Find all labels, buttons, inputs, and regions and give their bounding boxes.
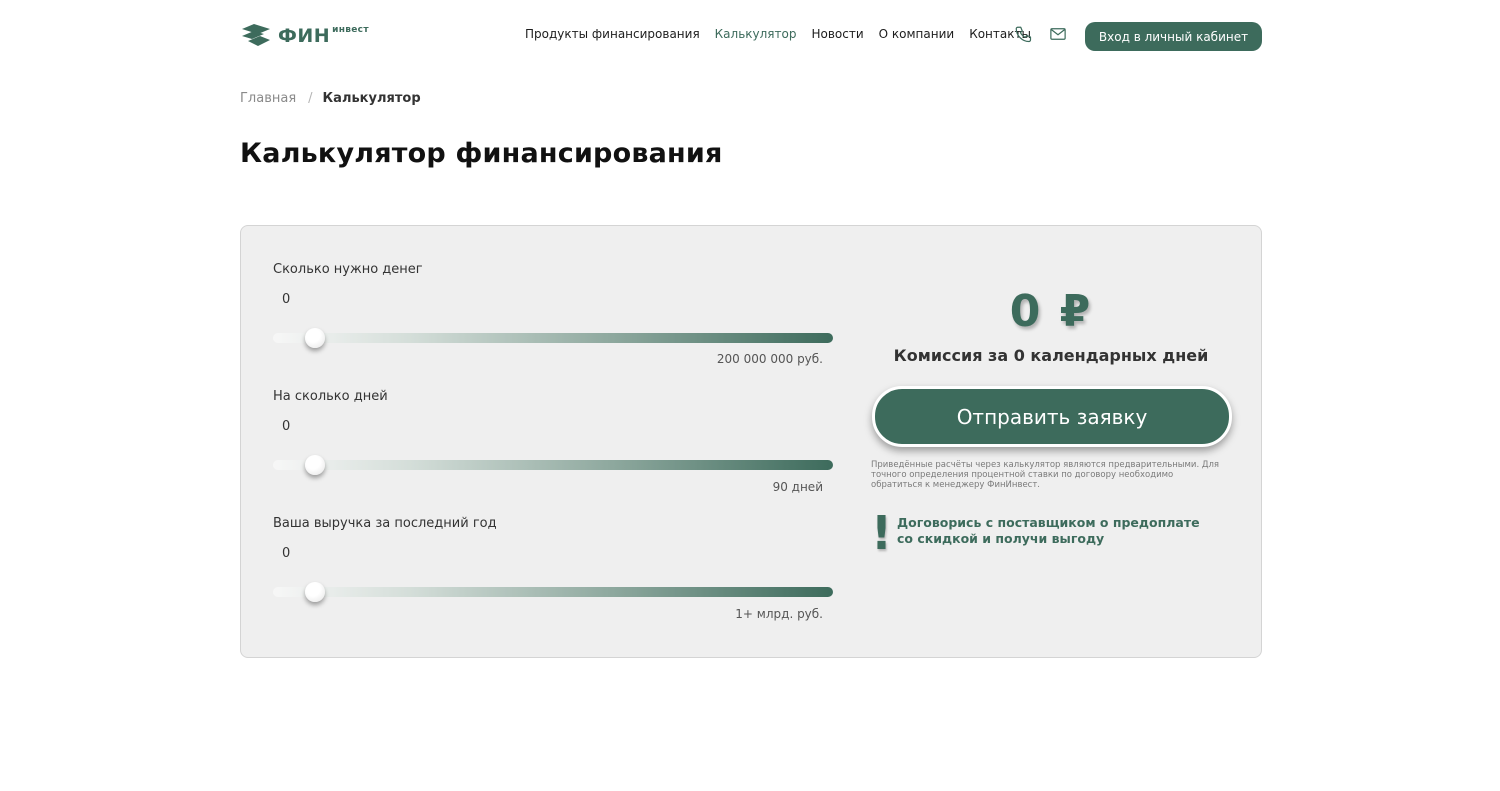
revenue-slider-thumb[interactable] <box>305 582 325 602</box>
site-header: ФИН инвест Продукты финансирования Кальк… <box>240 0 1262 72</box>
logo[interactable]: ФИН инвест <box>240 22 369 52</box>
disclaimer-text: Приведённые расчёты через калькулятор яв… <box>871 460 1220 490</box>
breadcrumb-separator: / <box>308 91 313 106</box>
logo-mark-icon <box>242 24 270 46</box>
phone-icon[interactable] <box>1014 25 1032 43</box>
amount-value[interactable]: 0 <box>282 292 290 307</box>
revenue-max-label: 1+ млрд. руб. <box>735 607 823 621</box>
days-label: На сколько дней <box>273 389 388 404</box>
page-title: Калькулятор финансирования <box>240 138 723 169</box>
result-caption: Комиссия за 0 календарных дней <box>893 346 1209 365</box>
main-nav: Продукты финансирования Калькулятор Ново… <box>525 27 1046 41</box>
nav-link-news[interactable]: Новости <box>811 27 863 41</box>
days-value[interactable]: 0 <box>282 419 290 434</box>
submit-application-button[interactable]: Отправить заявку <box>872 386 1232 447</box>
exclamation-icon: ! <box>871 506 892 560</box>
amount-max-label: 200 000 000 руб. <box>716 352 823 366</box>
revenue-value[interactable]: 0 <box>282 546 290 561</box>
breadcrumb: Главная / Калькулятор <box>240 91 421 106</box>
revenue-slider-track[interactable] <box>273 582 833 602</box>
breadcrumb-home-link[interactable]: Главная <box>240 91 296 106</box>
breadcrumb-current: Калькулятор <box>322 91 421 106</box>
revenue-label: Ваша выручка за последний год <box>273 516 497 531</box>
amount-label: Сколько нужно денег <box>273 262 423 277</box>
promo-text: Договорись с поставщиком о предоплате со… <box>897 515 1200 546</box>
nav-link-calculator[interactable]: Калькулятор <box>715 27 797 41</box>
days-max-label: 90 дней <box>772 480 823 494</box>
logo-text: ФИН <box>278 25 331 47</box>
logo-sup-text: инвест <box>332 25 369 35</box>
login-button[interactable]: Вход в личный кабинет <box>1085 22 1262 51</box>
result-amount: 0 ₽ <box>1009 286 1093 337</box>
nav-link-products[interactable]: Продукты финансирования <box>525 27 700 41</box>
days-slider-thumb[interactable] <box>305 455 325 475</box>
calculator-panel: Сколько нужно денег 0 200 000 000 руб. Н… <box>240 225 1262 658</box>
amount-slider-thumb[interactable] <box>305 328 325 348</box>
mail-icon[interactable] <box>1049 25 1067 43</box>
nav-link-about[interactable]: О компании <box>879 27 955 41</box>
days-slider-track[interactable] <box>273 455 833 475</box>
amount-slider-track[interactable] <box>273 328 833 348</box>
